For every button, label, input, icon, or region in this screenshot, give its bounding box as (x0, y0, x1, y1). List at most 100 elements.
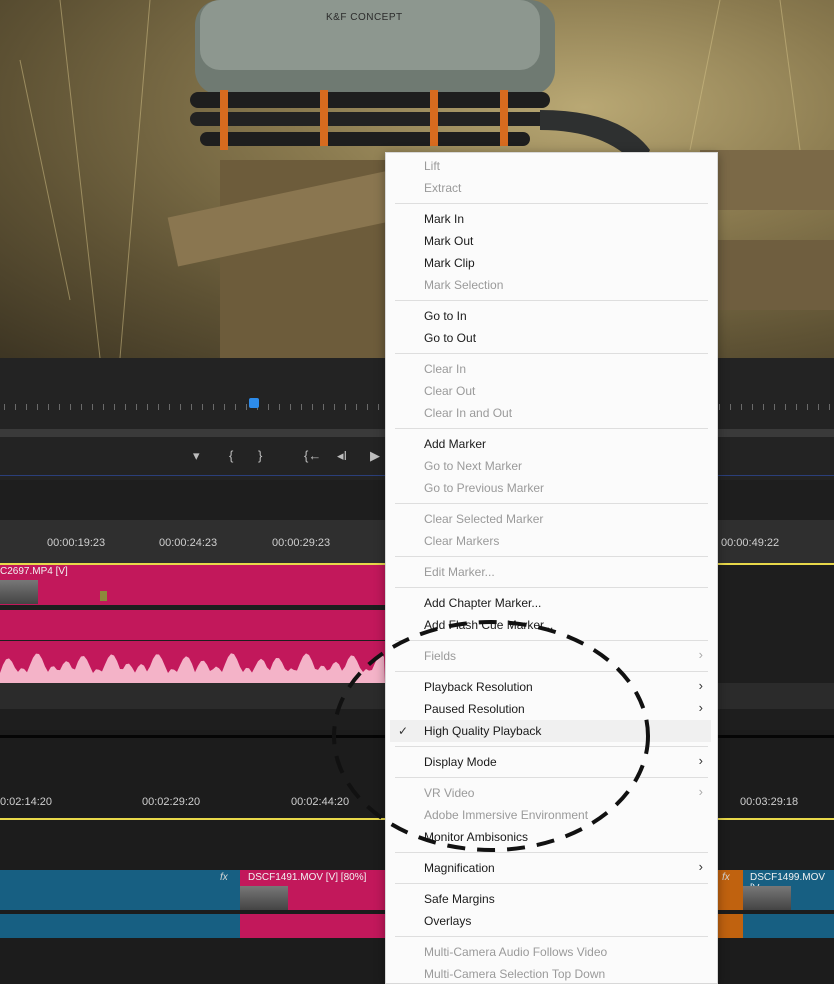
menu-item-add-chapter-marker[interactable]: Add Chapter Marker... (424, 596, 541, 610)
ruler-tick (37, 404, 38, 410)
ruler-tick (191, 404, 192, 410)
menu-item-go-to-next-marker[interactable]: Go to Next Marker (424, 459, 522, 473)
menu-item-mark-out[interactable]: Mark Out (424, 234, 473, 248)
clip-thumbnail (0, 580, 38, 604)
ruler-tick (15, 404, 16, 410)
menu-separator (395, 777, 708, 778)
menu-item-safe-margins[interactable]: Safe Margins (424, 892, 495, 906)
menu-separator (395, 353, 708, 354)
menu-item-go-to-in[interactable]: Go to In (424, 309, 467, 323)
ruler-tick (829, 404, 830, 410)
timecode-label: 00:00:29:23 (272, 537, 331, 549)
play-icon[interactable]: ▶ (370, 448, 380, 464)
menu-item-clear-markers[interactable]: Clear Markers (424, 534, 499, 548)
menu-item-edit-marker[interactable]: Edit Marker... (424, 565, 495, 579)
ruler-tick (752, 404, 753, 410)
monitor-playhead[interactable] (249, 398, 259, 408)
ruler-tick (213, 404, 214, 410)
menu-item-clear-in-and-out[interactable]: Clear In and Out (424, 406, 512, 420)
audio-waveform-clip[interactable] (0, 641, 385, 683)
menu-separator (395, 203, 708, 204)
audio-clip-orange[interactable] (716, 914, 743, 938)
timecode-label: 00:00:19:23 (47, 537, 106, 549)
ruler-tick (125, 404, 126, 410)
ruler-tick (763, 404, 764, 410)
ruler-tick (26, 404, 27, 410)
menu-separator (395, 852, 708, 853)
menu-item-magnification[interactable]: Magnification (424, 861, 495, 875)
menu-item-clear-in[interactable]: Clear In (424, 362, 466, 376)
menu-item-mark-in[interactable]: Mark In (424, 212, 464, 226)
ruler-tick (323, 404, 324, 410)
clip-title: C2697.MP4 [V] (0, 566, 68, 577)
menu-item-clear-selected-marker[interactable]: Clear Selected Marker (424, 512, 543, 526)
menu-item-high-quality-playback[interactable]: High Quality Playback (424, 724, 541, 738)
menu-item-multi-camera-audio-follows-video[interactable]: Multi-Camera Audio Follows Video (424, 945, 607, 959)
ruler-tick (807, 404, 808, 410)
ruler-tick (290, 404, 291, 410)
audio-clip-blue[interactable] (0, 914, 240, 938)
ruler-tick (356, 404, 357, 410)
menu-item-clear-out[interactable]: Clear Out (424, 384, 475, 398)
menu-item-monitor-ambisonics[interactable]: Monitor Ambisonics (424, 830, 528, 844)
submenu-arrow-icon: › (698, 859, 703, 874)
waveform-shape (0, 653, 385, 683)
ruler-tick (147, 404, 148, 410)
audio-clip-red[interactable] (240, 914, 385, 938)
menu-item-mark-selection[interactable]: Mark Selection (424, 278, 503, 292)
menu-separator (395, 300, 708, 301)
menu-item-lift[interactable]: Lift (424, 159, 440, 173)
menu-item-overlays[interactable]: Overlays (424, 914, 471, 928)
timecode-label: 00:02:29:20 (142, 796, 201, 808)
mark-out-icon[interactable]: } (258, 448, 262, 463)
submenu-arrow-icon: › (698, 700, 703, 715)
menu-item-playback-resolution[interactable]: Playback Resolution (424, 680, 533, 694)
ruler-tick (367, 404, 368, 410)
ruler-tick (81, 404, 82, 410)
menu-separator (395, 587, 708, 588)
menu-item-extract[interactable]: Extract (424, 181, 461, 195)
audio-clip-blue[interactable] (743, 914, 834, 938)
menu-item-add-flash-cue-marker[interactable]: Add Flash Cue Marker... (424, 618, 553, 632)
timecode-label: 00:03:29:18 (740, 796, 799, 808)
video-clip-lower[interactable] (0, 610, 385, 640)
menu-separator (395, 640, 708, 641)
ruler-tick (136, 404, 137, 410)
ruler-tick (114, 404, 115, 410)
checkmark-icon: ✓ (398, 724, 409, 738)
ruler-tick (70, 404, 71, 410)
submenu-arrow-icon: › (698, 753, 703, 768)
audio-waveform (0, 653, 385, 683)
menu-item-mark-clip[interactable]: Mark Clip (424, 256, 475, 270)
ruler-tick (59, 404, 60, 410)
menu-item-paused-resolution[interactable]: Paused Resolution (424, 702, 525, 716)
menu-item-fields[interactable]: Fields (424, 649, 456, 663)
clip-thumbnail (240, 886, 288, 910)
video-clip-blue[interactable] (0, 870, 240, 910)
menu-item-multi-camera-selection-top-down[interactable]: Multi-Camera Selection Top Down (424, 967, 605, 981)
mark-in-icon[interactable]: { (229, 448, 233, 463)
menu-item-go-to-out[interactable]: Go to Out (424, 331, 476, 345)
ruler-tick (818, 404, 819, 410)
timecode-label: 00:02:44:20 (291, 796, 350, 808)
menu-item-add-marker[interactable]: Add Marker (424, 437, 486, 451)
ruler-tick (279, 404, 280, 410)
ruler-tick (774, 404, 775, 410)
timecode-label: 00:00:49:22 (721, 537, 780, 549)
clip-title: DSCF1491.MOV [V] [80%] (248, 872, 367, 883)
clip-thumbnail (743, 886, 791, 910)
marker-icon[interactable]: ▾ (193, 448, 200, 464)
menu-separator (395, 883, 708, 884)
menu-item-adobe-immersive-environment[interactable]: Adobe Immersive Environment (424, 808, 588, 822)
clip-marker[interactable] (100, 591, 107, 601)
go-to-in-icon[interactable]: {← (304, 448, 321, 463)
menu-item-go-to-previous-marker[interactable]: Go to Previous Marker (424, 481, 544, 495)
ruler-tick (158, 404, 159, 410)
ruler-tick (730, 404, 731, 410)
ruler-tick (378, 404, 379, 410)
step-back-icon[interactable]: ◂I (337, 448, 347, 464)
ruler-tick (719, 404, 720, 410)
menu-item-display-mode[interactable]: Display Mode (424, 755, 497, 769)
ruler-tick (169, 404, 170, 410)
menu-item-vr-video[interactable]: VR Video (424, 786, 474, 800)
